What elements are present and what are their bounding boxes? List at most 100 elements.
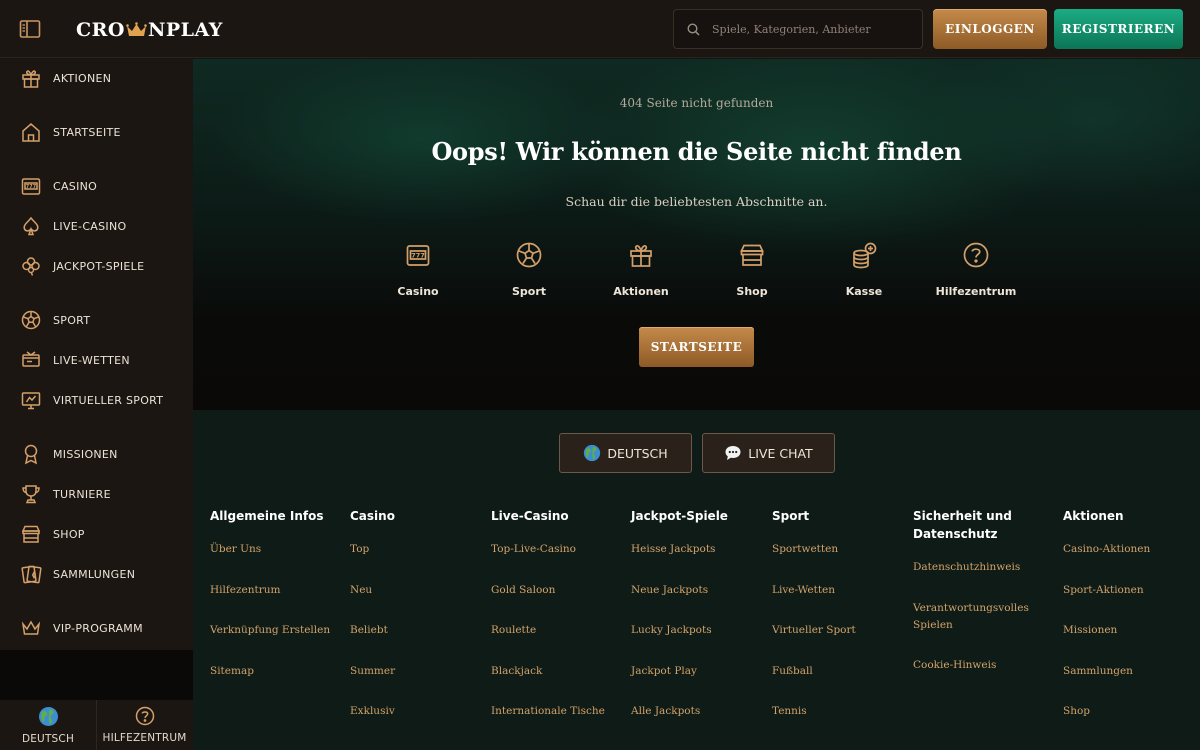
slot-machine-icon: 777 [404,241,432,269]
footer-link[interactable]: Neue Jackpots [631,582,708,599]
search-input[interactable] [712,22,902,36]
sidebar-item-live-casino[interactable]: LIVE-CASINO [0,208,193,244]
footer-link[interactable]: Internationale Tische [491,703,605,720]
error-subtitle: 404 Seite nicht gefunden [619,96,774,110]
sidebar-item-live-wetten[interactable]: LIVE-WETTEN [0,342,193,378]
footer-link[interactable]: Heisse Jackpots [631,541,715,558]
top-bar: CRO NPLAY EINLOGGEN REGISTRIEREN [0,0,1200,58]
footer-link[interactable]: Verantwortungsvolles Spielen [913,600,1031,634]
quick-link-label: Aktionen [613,285,669,298]
home-icon [20,121,42,143]
quick-link-label: Casino [397,285,439,298]
trophy-icon [20,483,42,505]
quick-link-casino[interactable]: 777 Casino [362,241,474,298]
footer-link[interactable]: Beliebt [350,622,388,639]
footer: DEUTSCH LIVE CHAT Allgemeine Infos Über … [193,410,1200,750]
footer-link[interactable]: Top-Live-Casino [491,541,576,558]
sidebar-spacer [0,650,193,700]
chat-bubble-icon [724,444,742,462]
footer-link[interactable]: Shop [1063,703,1090,720]
sidebar-item-virtueller-sport[interactable]: VIRTUELLER SPORT [0,382,193,418]
footer-column-sicherheit: Sicherheit und Datenschutz Datenschutzhi… [913,507,1043,671]
footer-link[interactable]: Top [350,541,369,558]
sidebar-item-startseite[interactable]: STARTSEITE [0,114,193,150]
sidebar-help-button[interactable]: HILFEZENTRUM [96,700,192,750]
footer-link[interactable]: Datenschutzhinweis [913,559,1020,576]
quick-link-hilfezentrum[interactable]: Hilfezentrum [920,241,1032,298]
sidebar-language-label: DEUTSCH [21,732,75,745]
footer-link[interactable]: Casino-Aktionen [1063,541,1150,558]
footer-link[interactable]: Virtueller Sport [772,622,856,639]
live-ticket-icon [20,349,42,371]
footer-link[interactable]: Sportwetten [772,541,838,558]
footer-link[interactable]: Sammlungen [1063,663,1133,680]
crownplay-logo[interactable]: CRO NPLAY [76,17,223,43]
footer-link[interactable]: Exklusiv [350,703,395,720]
footer-column-jackpot-spiele: Jackpot-Spiele Heisse Jackpots Neue Jack… [631,507,761,717]
footer-column-live-casino: Live-Casino Top-Live-Casino Gold Saloon … [491,507,621,717]
gift-icon [627,241,655,269]
quick-link-kasse[interactable]: Kasse [808,241,920,298]
footer-link[interactable]: Alle Jackpots [631,703,700,720]
sidebar-toggle-icon[interactable] [19,19,41,39]
footer-column-casino: Casino Top Neu Beliebt Summer Exklusiv [350,507,480,717]
help-icon [962,241,990,269]
logo-crown-icon [126,22,147,38]
sidebar-language-button[interactable]: DEUTSCH [0,700,96,750]
sidebar-item-label: SHOP [53,527,85,541]
footer-link[interactable]: Verknüpfung Erstellen [210,622,330,639]
footer-link[interactable]: Fußball [772,663,813,680]
sidebar-item-label: VIRTUELLER SPORT [53,393,164,407]
logo-text-left: CRO [76,19,125,41]
footer-link[interactable]: Missionen [1063,622,1117,639]
footer-link[interactable]: Roulette [491,622,536,639]
svg-text:777: 777 [411,252,425,260]
svg-text:777: 777 [26,184,37,190]
footer-column-title: Sport [772,509,810,523]
search-box[interactable] [673,9,923,49]
footer-link[interactable]: Live-Wetten [772,582,835,599]
footer-link[interactable]: Summer [350,663,395,680]
sidebar-item-label: CASINO [53,179,98,193]
home-button[interactable]: STARTSEITE [639,327,754,367]
footer-column-allgemeine-infos: Allgemeine Infos Über Uns Hilfezentrum V… [210,507,340,677]
sidebar-item-label: VIP-PROGRAMM [53,621,143,635]
sidebar-item-missionen[interactable]: MISSIONEN [0,436,193,472]
logo-text-right: NPLAY [147,19,223,41]
not-found-hero: 404 Seite nicht gefunden Oops! Wir könne… [193,59,1200,410]
footer-link[interactable]: Neu [350,582,372,599]
footer-link[interactable]: Sitemap [210,663,254,680]
login-button[interactable]: EINLOGGEN [933,9,1047,49]
sidebar-item-turniere[interactable]: TURNIERE [0,476,193,512]
footer-language-button[interactable]: DEUTSCH [559,433,692,473]
slot-machine-icon: 777 [20,175,42,197]
footer-link[interactable]: Jackpot Play [631,663,697,680]
sidebar-item-aktionen[interactable]: AKTIONEN [0,60,193,96]
footer-link[interactable]: Hilfezentrum [210,582,280,599]
live-chat-button[interactable]: LIVE CHAT [702,433,835,473]
quick-link-aktionen[interactable]: Aktionen [585,241,697,298]
footer-link[interactable]: Lucky Jackpots [631,622,712,639]
medal-icon [20,443,42,465]
sidebar-item-label: STARTSEITE [53,125,121,139]
spade-icon [20,215,42,237]
footer-link[interactable]: Cookie-Hinweis [913,657,996,674]
sidebar-item-sammlungen[interactable]: SAMMLUNGEN [0,556,193,592]
footer-link[interactable]: Sport-Aktionen [1063,582,1144,599]
footer-column-sport: Sport Sportwetten Live-Wetten Virtueller… [772,507,902,717]
sidebar-item-jackpot-spiele[interactable]: JACKPOT-SPIELE [0,248,193,284]
footer-link[interactable]: Gold Saloon [491,582,555,599]
quick-link-label: Hilfezentrum [935,285,1017,298]
footer-link[interactable]: Über Uns [210,541,261,558]
footer-link[interactable]: Tennis [772,703,807,720]
quick-link-sport[interactable]: Sport [473,241,585,298]
footer-link[interactable]: Blackjack [491,663,542,680]
sidebar-item-casino[interactable]: 777 CASINO [0,168,193,204]
sidebar-item-sport[interactable]: SPORT [0,302,193,338]
sidebar-item-vip-programm[interactable]: VIP-PROGRAMM [0,610,193,646]
quick-link-label: Kasse [845,285,883,298]
register-button[interactable]: REGISTRIEREN [1054,9,1183,49]
sidebar-item-shop[interactable]: SHOP [0,516,193,552]
quick-link-shop[interactable]: Shop [696,241,808,298]
sidebar-item-label: JACKPOT-SPIELE [53,259,145,273]
